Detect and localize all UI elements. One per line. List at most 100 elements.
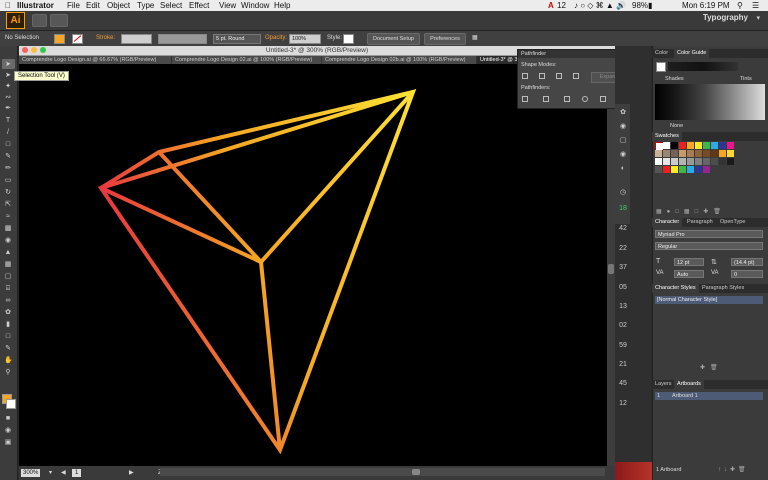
tab-opentype[interactable]: OpenType xyxy=(717,218,748,227)
selection-tool-icon[interactable]: ➤ xyxy=(4,61,12,68)
swatch-gray-70[interactable] xyxy=(711,158,718,165)
bridge-button[interactable] xyxy=(32,14,47,27)
adobe-cc-icon[interactable]: A xyxy=(548,0,554,11)
shape-builder-tool-icon[interactable]: ◉ xyxy=(4,237,12,244)
artboard-canvas[interactable] xyxy=(19,64,607,466)
menu-illustrator[interactable]: Illustrator xyxy=(17,0,54,11)
chevron-down-icon[interactable]: ▾ xyxy=(756,14,760,22)
swatch-group-yellow[interactable] xyxy=(671,166,678,173)
zoom-level-field[interactable]: 300% xyxy=(21,469,41,477)
char-styles-footer-icons[interactable]: ✚🗑 xyxy=(700,364,723,371)
font-style-dropdown[interactable]: Regular xyxy=(655,242,763,250)
tab-paragraph[interactable]: Paragraph xyxy=(684,218,716,227)
swatch-gray-10[interactable] xyxy=(663,158,670,165)
artboard-row[interactable]: 1 Artboard 1 xyxy=(655,392,763,400)
swatch-group-purple[interactable] xyxy=(703,166,710,173)
menu-view[interactable]: View xyxy=(219,0,236,11)
magic-wand-tool-icon[interactable]: ✦ xyxy=(4,83,12,90)
swatch-chestnut[interactable] xyxy=(695,150,702,157)
swatch-black[interactable] xyxy=(671,142,678,149)
pen-tool-icon[interactable]: ✒ xyxy=(4,105,12,112)
swatch-tan[interactable] xyxy=(655,150,662,157)
outline-icon[interactable] xyxy=(600,96,606,102)
line-tool-icon[interactable]: / xyxy=(4,129,12,136)
clock[interactable]: Mon 6:19 PM xyxy=(682,0,730,11)
tab-color[interactable]: Color xyxy=(652,49,671,58)
symbols-panel-icon[interactable]: ◉ xyxy=(619,123,627,130)
swatch-gray-40[interactable] xyxy=(687,158,694,165)
swatch-red[interactable] xyxy=(679,142,686,149)
tab-logo-design-02[interactable]: Comprendre Logo Design 02.ai @ 100% (RGB… xyxy=(172,56,322,64)
draw-mode-icon[interactable]: ◉ xyxy=(4,427,12,434)
clock-icon[interactable]: ◷ xyxy=(619,189,627,196)
horizontal-scrollbar[interactable] xyxy=(160,468,605,476)
stroke-weight-field[interactable] xyxy=(121,34,152,44)
swatch-gradient-yellow[interactable] xyxy=(727,150,734,157)
workspace-switcher[interactable]: Typography xyxy=(703,13,748,22)
unite-icon[interactable] xyxy=(522,73,528,79)
leading-field[interactable]: (14.4 pt) xyxy=(731,258,763,266)
swatch-gray-0[interactable] xyxy=(655,158,662,165)
swatch-gray-50[interactable] xyxy=(695,158,702,165)
swatch-gray-20[interactable] xyxy=(671,158,678,165)
arrange-icon[interactable]: ▦ xyxy=(472,31,478,46)
swatch-gray-90[interactable] xyxy=(727,158,734,165)
opacity-label[interactable]: Opacity: xyxy=(265,31,287,46)
document-setup-button[interactable]: Document Setup xyxy=(367,33,420,45)
tab-artboards[interactable]: Artboards xyxy=(674,380,704,389)
base-color-swatch[interactable] xyxy=(656,62,666,72)
swatch-gray-80[interactable] xyxy=(719,158,726,165)
zoom-dropdown-icon[interactable]: ▾ xyxy=(49,466,52,480)
mesh-tool-icon[interactable]: ▦ xyxy=(4,261,12,268)
fill-swatch[interactable] xyxy=(54,34,65,44)
hand-tool-icon[interactable]: ✋ xyxy=(4,357,13,364)
font-family-dropdown[interactable]: Myriad Pro xyxy=(655,230,763,238)
blend-tool-icon[interactable]: ∞ xyxy=(4,297,12,304)
transparency-panel-icon[interactable]: ◐ xyxy=(619,165,627,172)
prev-artboard-icon[interactable]: ◀ xyxy=(61,466,66,480)
kerning-field[interactable]: Auto xyxy=(674,270,704,278)
tab-swatches[interactable]: Swatches xyxy=(652,132,682,141)
symbol-sprayer-tool-icon[interactable]: ✿ xyxy=(4,309,12,316)
menu-edit[interactable]: Edit xyxy=(86,0,100,11)
swatches-footer-icons[interactable]: ▦●□▦□✚🗑 xyxy=(656,208,726,215)
stroke-swatch[interactable] xyxy=(72,34,83,44)
zoom-tool-icon[interactable]: ⚲ xyxy=(4,369,12,376)
status-icons[interactable]: ♪ ○ ◇ ⌘ ▲ 🔊 xyxy=(574,0,626,11)
crop-icon[interactable] xyxy=(582,96,588,102)
swatch-group-cyan[interactable] xyxy=(687,166,694,173)
tab-character[interactable]: Character xyxy=(652,218,683,227)
color-guide-variations-grid[interactable] xyxy=(655,84,765,120)
tab-paragraph-styles[interactable]: Paragraph Styles xyxy=(699,284,747,293)
trim-icon[interactable] xyxy=(543,96,549,102)
font-size-field[interactable]: 12 pt xyxy=(674,258,704,266)
rectangle-tool-icon[interactable]: □ xyxy=(4,141,12,148)
battery-icon[interactable]: ▮ xyxy=(648,0,652,11)
tab-logo-design-02b[interactable]: Comprendre Logo Design 02b.ai @ 100% (RG… xyxy=(322,56,477,64)
swatch-gradient-orange[interactable] xyxy=(719,150,726,157)
swatch-gray-30[interactable] xyxy=(679,158,686,165)
swatch-copper[interactable] xyxy=(687,150,694,157)
harmony-colors-bar[interactable] xyxy=(668,62,738,71)
slice-tool-icon[interactable]: ✎ xyxy=(4,345,12,352)
artboard-number-field[interactable]: 1 xyxy=(72,469,82,477)
swatch-blue[interactable] xyxy=(719,142,726,149)
horizontal-scroll-thumb[interactable] xyxy=(412,469,420,475)
tab-color-guide[interactable]: Color Guide xyxy=(674,49,710,58)
minus-front-icon[interactable] xyxy=(539,73,545,79)
menu-window[interactable]: Window xyxy=(241,0,269,11)
menu-effect[interactable]: Effect xyxy=(189,0,209,11)
rotate-tool-icon[interactable]: ↻ xyxy=(4,189,12,196)
menu-object[interactable]: Object xyxy=(107,0,130,11)
swatch-brown[interactable] xyxy=(671,150,678,157)
artboards-footer-icons[interactable]: ↑↓✚🗑 xyxy=(718,466,749,473)
swatch-cyan[interactable] xyxy=(711,142,718,149)
menu-file[interactable]: File xyxy=(67,0,80,11)
type-tool-icon[interactable]: T xyxy=(4,117,12,124)
variable-width-profile[interactable] xyxy=(158,34,207,44)
paintbrush-tool-icon[interactable]: ✎ xyxy=(4,153,12,160)
perspective-grid-tool-icon[interactable]: ▲ xyxy=(4,249,12,256)
divide-icon[interactable] xyxy=(522,96,528,102)
menu-select[interactable]: Select xyxy=(160,0,182,11)
swatch-yellow[interactable] xyxy=(695,142,702,149)
